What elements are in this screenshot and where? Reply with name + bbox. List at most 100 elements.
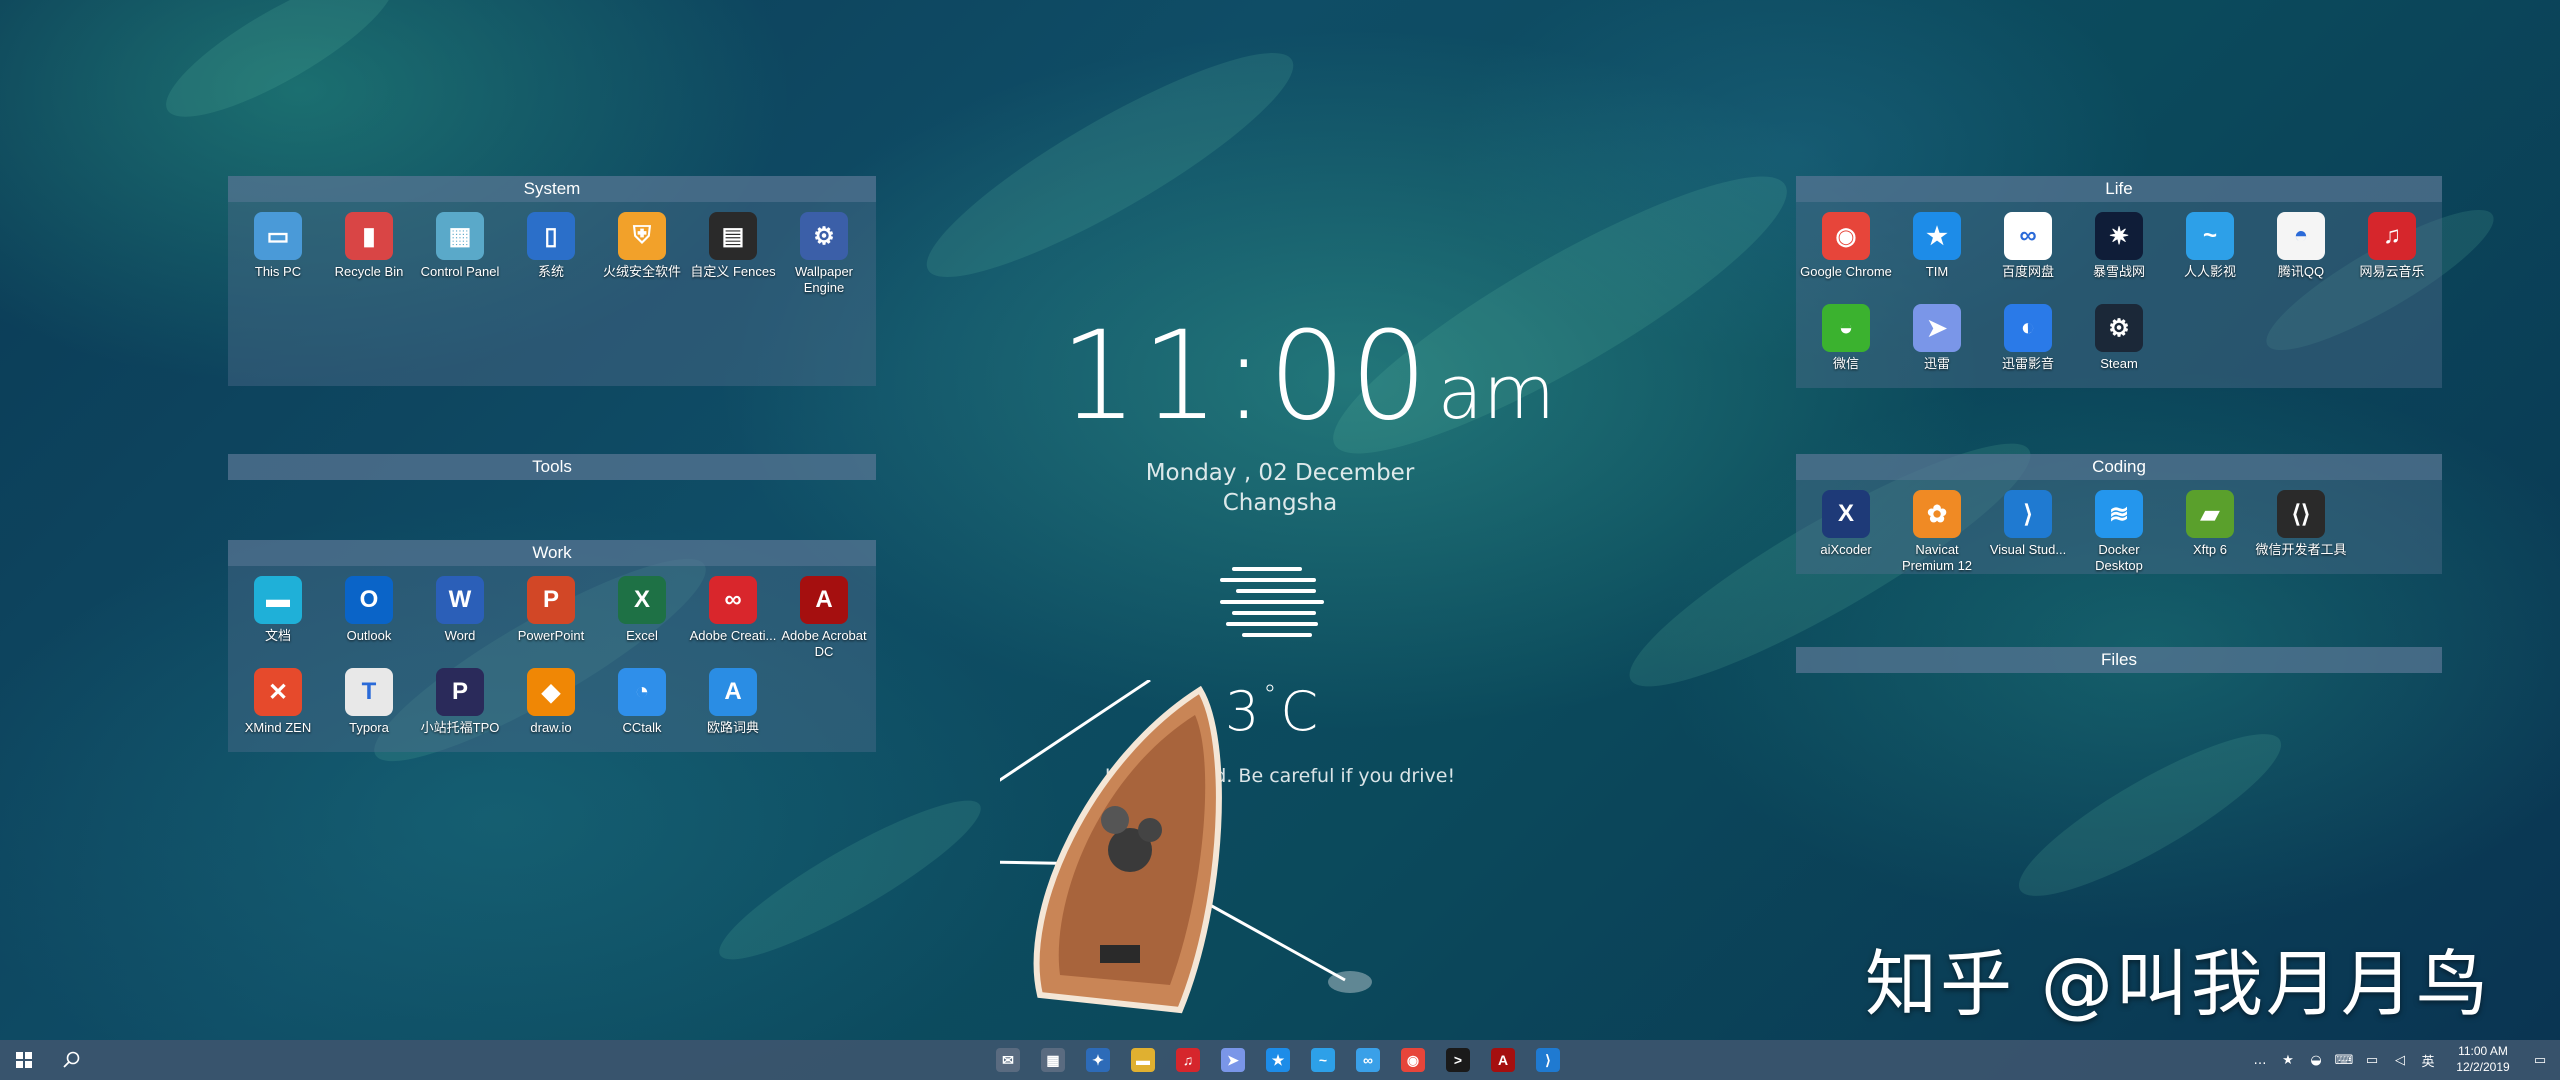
vscode-icon: ⟩ bbox=[1536, 1048, 1560, 1072]
desktop-shortcut[interactable]: W Word bbox=[414, 576, 506, 644]
windows-start-icon[interactable] bbox=[0, 1040, 48, 1080]
wechat-tray-icon[interactable]: ◒ bbox=[2306, 1050, 2326, 1070]
desktop-shortcut[interactable]: ▤ 自定义 Fences bbox=[687, 212, 779, 280]
desktop-shortcut[interactable]: ≋ Docker Desktop bbox=[2073, 490, 2165, 574]
desktop-shortcut[interactable]: ∞ 百度网盘 bbox=[1982, 212, 2074, 280]
recycle-bin-icon: ▮ bbox=[345, 212, 393, 260]
shortcut-label: 系统 bbox=[537, 264, 564, 279]
taskbar-app[interactable]: ★ bbox=[1256, 1040, 1300, 1080]
notification-icon[interactable]: ▭ bbox=[2530, 1050, 2550, 1070]
fence-body: ▭ This PC ▮ Recycle Bin ▦ Control Panel ▯ 系统 ⛨ 火绒… bbox=[228, 202, 876, 386]
desktop-shortcut[interactable]: P 小站托福TPO bbox=[414, 668, 506, 736]
desktop-shortcut[interactable]: ⚙ Steam bbox=[2073, 304, 2165, 372]
desktop-shortcut[interactable]: ▦ Control Panel bbox=[414, 212, 506, 280]
fence-title[interactable]: System bbox=[228, 176, 876, 202]
fence-title[interactable]: Tools bbox=[228, 454, 876, 480]
desktop-shortcut[interactable]: ▬ 文档 bbox=[232, 576, 324, 644]
desktop-shortcut[interactable]: ▭ This PC bbox=[232, 212, 324, 280]
fog-icon bbox=[1220, 565, 1324, 645]
fence-system[interactable]: System ▭ This PC ▮ Recycle Bin ▦ Control Pane… bbox=[228, 176, 876, 386]
desktop-shortcut[interactable]: ◐ 迅雷影音 bbox=[1982, 304, 2074, 372]
shortcut-label: Docker Desktop bbox=[2095, 542, 2143, 573]
network-icon[interactable]: ▭ bbox=[2362, 1050, 2382, 1070]
desktop-shortcut[interactable]: ⚙ Wallpaper Engine bbox=[778, 212, 870, 296]
taskbar-app[interactable]: A bbox=[1481, 1040, 1525, 1080]
taskbar-app[interactable]: ∞ bbox=[1346, 1040, 1390, 1080]
desktop-shortcut[interactable]: A Adobe Acrobat DC bbox=[778, 576, 870, 660]
taskbar-app[interactable]: ▬ bbox=[1121, 1040, 1165, 1080]
ime-icon[interactable]: ⌨ bbox=[2334, 1050, 2354, 1070]
fence-coding[interactable]: Coding XaiXcoder ✿ Navicat Premium 12 ⟩ Visu… bbox=[1796, 454, 2442, 574]
desktop-shortcut[interactable]: ◒ 微信 bbox=[1800, 304, 1892, 372]
shortcut-label: Word bbox=[444, 628, 476, 643]
fence-life[interactable]: Life ◉ Google Chrome ★ TIM ∞ 百度网盘 ✷ 暴雪战网 ~ 人人影视 ◓ 腾… bbox=[1796, 176, 2442, 388]
desktop-shortcut[interactable]: ⟩ Visual Stud... bbox=[1982, 490, 2074, 558]
shortcut-label: 小站托福TPO bbox=[420, 720, 500, 735]
wechat-devtools-icon: ⟨⟩ bbox=[2277, 490, 2325, 538]
taskbar-app[interactable]: ▦ bbox=[1031, 1040, 1075, 1080]
fence-work[interactable]: Work ▬ 文档 O Outlook W Word P PowerPoint X Excel ∞ A… bbox=[228, 540, 876, 752]
desktop-shortcut[interactable]: ✿ Navicat Premium 12 bbox=[1891, 490, 1983, 574]
desktop-shortcut[interactable]: ◉ Google Chrome bbox=[1800, 212, 1892, 280]
taskbar-app[interactable]: ◉ bbox=[1391, 1040, 1435, 1080]
fence-tools[interactable]: Tools bbox=[228, 454, 876, 480]
desktop-shortcut[interactable]: XaiXcoder bbox=[1800, 490, 1892, 558]
netease-music-icon: ♫ bbox=[1176, 1048, 1200, 1072]
desktop-shortcut[interactable]: ~ 人人影视 bbox=[2164, 212, 2256, 280]
fences-icon: ▤ bbox=[709, 212, 757, 260]
desktop-shortcut[interactable]: ♫ 网易云音乐 bbox=[2346, 212, 2438, 280]
taskbar-app[interactable]: ✉ bbox=[986, 1040, 1030, 1080]
taskbar-clock[interactable]: 11:00 AM 12/2/2019 bbox=[2448, 1043, 2518, 1075]
terminal-icon: > bbox=[1446, 1048, 1470, 1072]
fence-title[interactable]: Life bbox=[1796, 176, 2442, 202]
xmind-icon: ✕ bbox=[254, 668, 302, 716]
desktop-shortcut[interactable]: A 欧路词典 bbox=[687, 668, 779, 736]
desktop-shortcut[interactable]: ⛨ 火绒安全软件 bbox=[596, 212, 688, 280]
city-text: Changsha bbox=[1222, 490, 1338, 516]
overflow-icon[interactable]: … bbox=[2250, 1050, 2270, 1070]
desktop-shortcut[interactable]: ∞ Adobe Creati... bbox=[687, 576, 779, 644]
fence-title[interactable]: Work bbox=[228, 540, 876, 566]
chrome-icon: ◉ bbox=[1401, 1048, 1425, 1072]
shortcut-label: Wallpaper Engine bbox=[794, 264, 854, 295]
zhihu-watermark: 知乎 @叫我月月鸟 bbox=[1865, 942, 2491, 1026]
desktop-shortcut[interactable]: ➤ 迅雷 bbox=[1891, 304, 1983, 372]
shortcut-label: Visual Stud... bbox=[1989, 542, 2067, 557]
desktop-shortcut[interactable]: ◔ CCtalk bbox=[596, 668, 688, 736]
desktop-shortcut[interactable]: T Typora bbox=[323, 668, 415, 736]
tim-tray-icon[interactable]: ★ bbox=[2278, 1050, 2298, 1070]
desktop-shortcut[interactable]: ▰ Xftp 6 bbox=[2164, 490, 2256, 558]
language-icon[interactable]: 英 bbox=[2418, 1050, 2438, 1070]
desktop-shortcut[interactable]: O Outlook bbox=[323, 576, 415, 644]
acrobat-icon: A bbox=[800, 576, 848, 624]
shortcut-label: 百度网盘 bbox=[2001, 264, 2054, 279]
taskbar-app[interactable]: ➤ bbox=[1211, 1040, 1255, 1080]
shortcut-label: 微信开发者工具 bbox=[2255, 542, 2347, 557]
taskbar-app[interactable]: > bbox=[1436, 1040, 1480, 1080]
desktop-shortcut[interactable]: ◓ 腾讯QQ bbox=[2255, 212, 2347, 280]
fence-title[interactable]: Files bbox=[1796, 647, 2442, 673]
desktop-shortcut[interactable]: ▮ Recycle Bin bbox=[323, 212, 415, 280]
taskbar-app[interactable]: ~ bbox=[1301, 1040, 1345, 1080]
shortcut-label: Outlook bbox=[346, 628, 392, 643]
typora-icon: T bbox=[345, 668, 393, 716]
fence-files[interactable]: Files bbox=[1796, 647, 2442, 673]
desktop-shortcut[interactable]: ▯ 系统 bbox=[505, 212, 597, 280]
volume-icon[interactable]: ◁ bbox=[2390, 1050, 2410, 1070]
eudic-icon: A bbox=[709, 668, 757, 716]
desktop-shortcut[interactable]: ✷ 暴雪战网 bbox=[2073, 212, 2165, 280]
desktop-shortcut[interactable]: ★ TIM bbox=[1891, 212, 1983, 280]
fence-title[interactable]: Coding bbox=[1796, 454, 2442, 480]
desktop-shortcut[interactable]: X Excel bbox=[596, 576, 688, 644]
desktop-shortcut[interactable]: ◆ draw.io bbox=[505, 668, 597, 736]
taskbar-app[interactable]: ♫ bbox=[1166, 1040, 1210, 1080]
desktop-shortcut[interactable]: P PowerPoint bbox=[505, 576, 597, 644]
taskbar-app[interactable]: ⟩ bbox=[1526, 1040, 1570, 1080]
search-icon[interactable] bbox=[48, 1040, 96, 1080]
shortcut-label: Xftp 6 bbox=[2193, 542, 2227, 557]
desktop-shortcut[interactable]: ⟨⟩ 微信开发者工具 bbox=[2255, 490, 2347, 558]
taskbar-app[interactable]: ✦ bbox=[1076, 1040, 1120, 1080]
baidu-netdisk-icon: ∞ bbox=[2004, 212, 2052, 260]
desktop-shortcut[interactable]: ✕ XMind ZEN bbox=[232, 668, 324, 736]
thunder-player-icon: ◐ bbox=[2004, 304, 2052, 352]
